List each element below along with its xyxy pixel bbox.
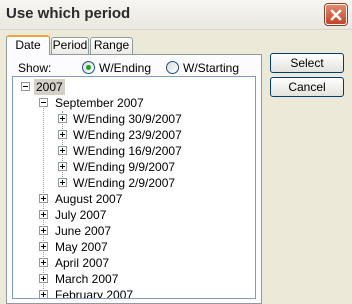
tab-period[interactable]: Period xyxy=(51,37,89,54)
tree-node-week[interactable]: W/Ending 2/9/2007 xyxy=(13,175,253,191)
tree-label-week[interactable]: W/Ending 2/9/2007 xyxy=(71,175,177,191)
expand-icon[interactable] xyxy=(58,162,67,171)
tree-node-month[interactable]: September 2007 xyxy=(13,95,253,111)
tree-label-week[interactable]: W/Ending 9/9/2007 xyxy=(71,159,177,175)
tree-label-week[interactable]: W/Ending 30/9/2007 xyxy=(71,111,184,127)
tree-node-month[interactable]: May 2007 xyxy=(13,239,253,255)
cancel-button[interactable]: Cancel xyxy=(270,77,344,97)
title-bar: Use which period xyxy=(0,0,352,30)
tree-node-week[interactable]: W/Ending 16/9/2007 xyxy=(13,143,253,159)
tab-date[interactable]: Date xyxy=(6,35,50,55)
close-button[interactable] xyxy=(324,3,348,26)
tree-node-month[interactable]: June 2007 xyxy=(13,223,253,239)
tree-label-month[interactable]: August 2007 xyxy=(53,191,124,207)
expand-icon[interactable] xyxy=(39,274,48,283)
window-title: Use which period xyxy=(6,5,131,22)
tree-label-week[interactable]: W/Ending 16/9/2007 xyxy=(71,143,184,159)
expand-icon[interactable] xyxy=(58,146,67,155)
tree-label-year[interactable]: 2007 xyxy=(34,79,65,95)
expand-icon[interactable] xyxy=(39,258,48,267)
tree-node-month[interactable]: April 2007 xyxy=(13,255,253,271)
w-starting-radio[interactable] xyxy=(166,61,179,74)
close-icon xyxy=(330,8,342,21)
period-tree[interactable]: 2007 September 2007 W/Ending 30/9/2007 W… xyxy=(12,76,256,299)
tree-node-week[interactable]: W/Ending 23/9/2007 xyxy=(13,127,253,143)
select-button[interactable]: Select xyxy=(270,53,344,73)
collapse-icon[interactable] xyxy=(39,98,48,107)
expand-icon[interactable] xyxy=(39,210,48,219)
tree-label-month[interactable]: April 2007 xyxy=(53,255,111,271)
w-starting-label[interactable]: W/Starting xyxy=(183,61,239,75)
tree-label-month[interactable]: March 2007 xyxy=(53,271,120,287)
expand-icon[interactable] xyxy=(39,290,48,298)
expand-icon[interactable] xyxy=(39,242,48,251)
tree-label-month[interactable]: June 2007 xyxy=(53,223,113,239)
tree-node-month[interactable]: March 2007 xyxy=(13,271,253,287)
expand-icon[interactable] xyxy=(58,114,67,123)
tree-label-month[interactable]: May 2007 xyxy=(53,239,110,255)
tree-node-month[interactable]: August 2007 xyxy=(13,191,253,207)
tab-range[interactable]: Range xyxy=(90,37,133,54)
w-ending-label[interactable]: W/Ending xyxy=(99,61,151,75)
expand-icon[interactable] xyxy=(58,130,67,139)
tree-node-month[interactable]: July 2007 xyxy=(13,207,253,223)
tree-label-week[interactable]: W/Ending 23/9/2007 xyxy=(71,127,184,143)
collapse-icon[interactable] xyxy=(21,82,30,91)
tree-label-month[interactable]: September 2007 xyxy=(53,95,146,111)
w-ending-radio[interactable] xyxy=(82,61,95,74)
expand-icon[interactable] xyxy=(39,226,48,235)
tree-label-month[interactable]: February 2007 xyxy=(53,287,135,298)
tree-label-month[interactable]: July 2007 xyxy=(53,207,108,223)
expand-icon[interactable] xyxy=(58,178,67,187)
tree-node-year[interactable]: 2007 xyxy=(13,79,253,95)
tree-node-week[interactable]: W/Ending 30/9/2007 xyxy=(13,111,253,127)
tree-node-week[interactable]: W/Ending 9/9/2007 xyxy=(13,159,253,175)
show-label: Show: xyxy=(18,61,52,75)
tree-node-month[interactable]: February 2007 xyxy=(13,287,253,298)
expand-icon[interactable] xyxy=(39,194,48,203)
